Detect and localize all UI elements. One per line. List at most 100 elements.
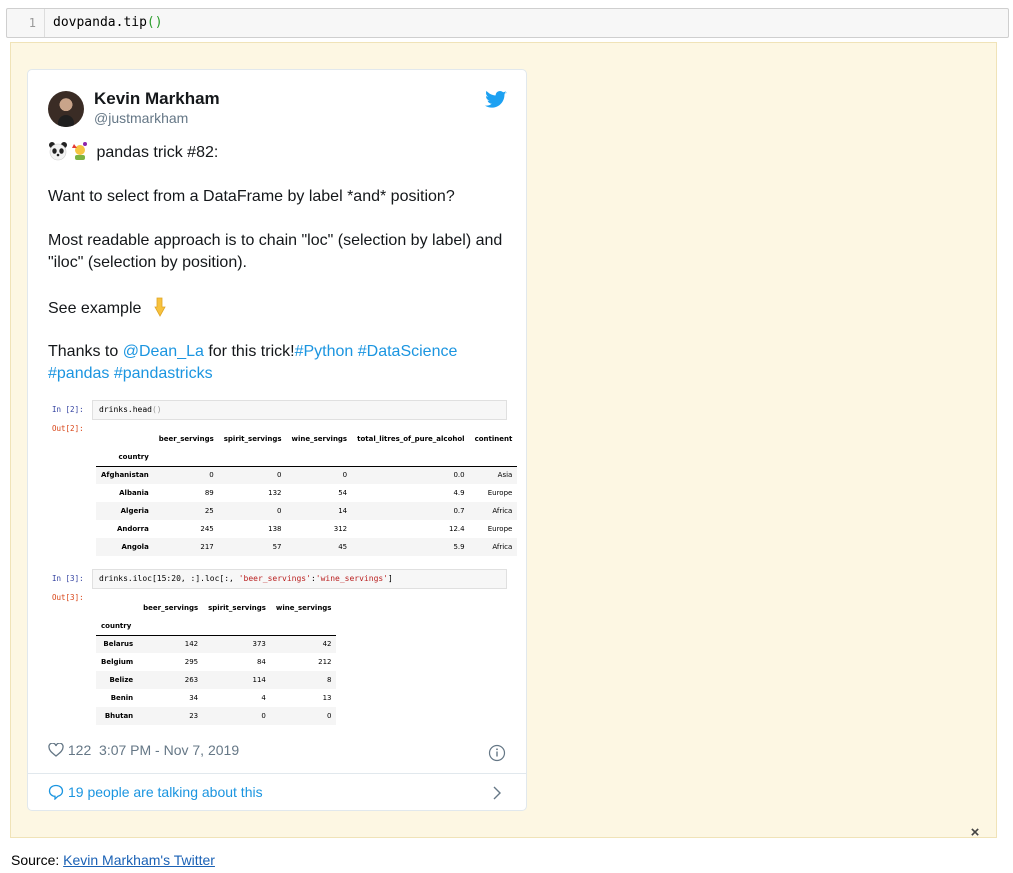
tweet-meta: 122 3:07 PM - Nov 7, 2019 [48,742,239,758]
row-index: Belarus [96,634,139,653]
author-handle[interactable]: @justmarkham [94,110,188,126]
row-index: Afghanistan [96,465,154,484]
table-cell: 8 [327,676,332,684]
table-cell: 12.4 [448,525,465,533]
index-name: country [101,621,132,630]
table-cell: 0 [218,465,287,484]
speech-bubble-icon [48,784,64,800]
divider [28,773,526,774]
info-icon[interactable] [488,744,506,762]
column-header: total_litres_of_pure_alcohol [357,435,465,443]
table-cell: 45 [338,543,348,551]
table-corner [96,599,138,617]
row-index: Belize [109,676,134,684]
tweet-line-see: See example [48,300,142,317]
table-cell: 0 [286,465,353,484]
tweet-media-image[interactable]: In [2]: drinks.head() Out[2]: beer_servi… [49,400,518,730]
twitter-bird-icon[interactable] [485,90,507,110]
source-prefix: Source: [11,852,64,868]
table-cell: 0 [153,465,219,484]
thanks-prefix: Thanks to [48,343,123,360]
row-index: Andorra [116,525,149,533]
table-cell: 54 [338,489,348,497]
pointing-down-emoji-icon [154,297,166,317]
close-icon[interactable]: × [965,823,985,843]
in2-code: drinks.head() [92,400,507,420]
table-row: Algeria 25 0 14 0.7 Africa [96,502,518,520]
code-cell[interactable]: 1 dovpanda.tip() [6,8,1009,38]
heart-icon[interactable] [48,743,64,757]
in3-code-str2: 'wine_servings' [315,574,389,583]
table-cell: 138 [268,525,282,533]
table-cell: Europe [487,489,513,497]
author-name[interactable]: Kevin Markham [94,89,220,109]
table-cell: 89 [204,489,214,497]
table-cell: 0 [277,507,282,515]
out2-prompt: Out[2]: [52,424,84,433]
in3-code-a: drinks.iloc[15:20, :].loc[:, [99,574,239,583]
table-cell: 142 [138,634,204,653]
tweet-line-approach: Most readable approach is to chain "loc"… [48,232,503,271]
in2-code-text: drinks.head [99,405,152,414]
table-row: Belgium 295 84 212 [96,653,336,671]
mention-link[interactable]: @Dean_La [123,343,204,360]
table-cell: 263 [184,676,199,684]
output-table-head: beer_servings spirit_servings wine_servi… [96,430,518,556]
column-header: wine_servings [291,435,348,443]
table-cell: Africa [492,543,513,551]
line-number: 1 [7,9,45,37]
column-header: spirit_servings [208,604,266,612]
in3-code-end: ] [388,574,393,583]
table-cell: 57 [272,543,282,551]
like-count[interactable]: 122 [68,742,91,758]
in3-prompt: In [3]: [52,574,84,583]
table-cell: 23 [189,712,199,720]
source-link[interactable]: Kevin Markham's Twitter [63,852,215,868]
party-emoji-icon [72,142,87,160]
conversation-link[interactable]: 19 people are talking about this [48,784,263,800]
column-header: wine_servings [275,604,332,612]
table-row: Angola 217 57 45 5.9 Africa [96,538,518,556]
avatar[interactable] [48,91,84,127]
hashtag-pandas[interactable]: #pandas [48,365,109,382]
out3-prompt: Out[3]: [52,593,84,602]
source-caption: Source: Kevin Markham's Twitter [11,852,215,868]
table-cell: 0.7 [453,507,465,515]
table-cell: 132 [268,489,282,497]
in2-prompt: In [2]: [52,405,84,414]
table-cell: 42 [270,634,337,653]
table-cell: 0 [327,712,332,720]
table-cell: 4.9 [453,489,465,497]
tweet-card[interactable]: Kevin Markham @justmarkham pandas trick … [27,69,527,811]
table-row: Belize 263 114 8 [96,671,337,689]
table-cell: 373 [203,634,271,653]
row-index: Bhutan [104,712,134,720]
code-parens: () [146,15,163,30]
hashtag-datascience[interactable]: #DataScience [358,343,458,360]
conversation-text[interactable]: 19 people are talking about this [68,784,263,800]
table-row: Benin 34 4 13 [96,689,336,707]
table-row: Bhutan 23 0 0 [96,707,337,725]
table-cell: Europe [487,525,513,533]
row-index: Albania [119,489,149,497]
in2-code-parens: () [151,405,162,414]
panda-emoji-icon [49,142,67,161]
table-corner [96,430,154,448]
table-cell: 295 [184,658,199,666]
table-cell: Asia [469,465,518,484]
table-row: Andorra 245 138 312 12.4 Europe [96,520,517,538]
index-name: country [118,452,149,461]
table-cell: 0.0 [352,465,470,484]
tweet-timestamp[interactable]: 3:07 PM - Nov 7, 2019 [99,742,239,758]
hashtag-python[interactable]: #Python [295,343,354,360]
row-index: Benin [110,694,134,702]
table-cell: 0 [261,712,266,720]
code-line[interactable]: dovpanda.tip() [53,9,163,37]
table-cell: 245 [200,525,214,533]
table-row: Belarus 142 373 42 [96,634,337,653]
table-cell: Africa [492,507,513,515]
chevron-right-icon[interactable] [492,786,502,800]
in3-code-str1: 'beer_servings' [238,574,311,583]
hashtag-pandastricks[interactable]: #pandastricks [114,365,213,382]
table-cell: 25 [204,507,214,515]
